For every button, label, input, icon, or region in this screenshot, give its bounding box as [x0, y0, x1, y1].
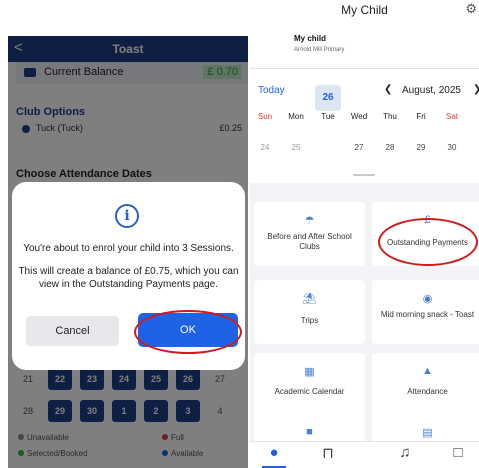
tile-label: Trips — [300, 316, 319, 325]
child-name: My child — [294, 34, 327, 43]
child-school: Arnold Mill Primary — [294, 47, 345, 53]
my-child-header: My Child ⚙ — [250, 0, 479, 22]
page-title: My Child — [341, 3, 388, 17]
calendar-date[interactable]: 30 — [439, 135, 465, 161]
chevron-right-icon[interactable]: ❯ — [473, 84, 479, 95]
left-edge-strip — [0, 0, 8, 468]
tile-trips[interactable]: ⛱ Trips — [254, 280, 365, 344]
chevron-left-icon[interactable]: ❮ — [384, 84, 392, 95]
calendar-date[interactable]: 25 — [283, 135, 309, 161]
bag-icon[interactable]: ⊓ — [313, 444, 343, 466]
outstanding-payments-highlight-ring — [378, 218, 478, 266]
tile-label: Before and After School Clubs — [267, 232, 352, 251]
gear-icon[interactable]: ⚙ — [465, 1, 477, 17]
weekday-label: Thu — [383, 112, 397, 121]
today-link[interactable]: Today — [258, 85, 285, 96]
trips-icon: ⛱ — [302, 293, 317, 305]
child-card[interactable]: My child Arnold Mill Primary — [250, 22, 479, 69]
dialog-message-sessions: You're about to enrol your child into 3 … — [23, 243, 234, 254]
calendar-date-today[interactable]: 26 — [315, 85, 341, 111]
bell-icon[interactable]: ♫ — [390, 444, 420, 466]
weekday-label: Sat — [445, 112, 458, 121]
weekday-label: Wed — [350, 112, 368, 121]
tile-academic-calendar[interactable]: ▦ Academic Calendar — [254, 353, 365, 417]
more-icon: ■ — [306, 426, 313, 438]
tile-label: Mid morning snack - Toast — [380, 310, 475, 319]
calendar-date[interactable]: 29 — [408, 135, 434, 161]
weekday-label: Sun — [257, 112, 273, 121]
weekday-label: Fri — [416, 112, 426, 121]
drag-handle[interactable] — [353, 174, 375, 176]
dialog-message-balance: This will create a balance of £0.75, whi… — [18, 266, 239, 290]
attendance-icon: ▲ — [422, 365, 433, 377]
calendar-date[interactable]: 27 — [346, 135, 372, 161]
ok-highlight-ring — [134, 310, 242, 354]
weekday-label: Mon — [288, 112, 304, 121]
chat-icon[interactable]: □ — [443, 444, 473, 466]
cancel-button[interactable]: Cancel — [26, 316, 119, 346]
tile-label: Attendance — [407, 387, 448, 396]
clubs-icon: ☂ — [304, 215, 315, 227]
calendar-date[interactable]: 24 — [252, 135, 278, 161]
info-icon: i — [115, 204, 139, 228]
tile-label: Academic Calendar — [274, 387, 345, 396]
week-calendar: Today ❮ August, 2025 ❯ Sun Mon Tue Wed T… — [250, 69, 479, 183]
tile-before-after-school-clubs[interactable]: ☂ Before and After School Clubs — [254, 202, 365, 266]
snack-icon: ◉ — [422, 293, 433, 305]
calendar-date[interactable]: 28 — [377, 135, 403, 161]
tile-mid-morning-snack[interactable]: ◉ Mid morning snack - Toast — [372, 280, 479, 344]
left-screenshot: < Toast Current Balance £ 0.70 Club Opti… — [0, 0, 250, 468]
weekday-label: Tue — [321, 112, 335, 121]
tile-attendance[interactable]: ▲ Attendance — [372, 353, 479, 417]
person-icon[interactable]: ● — [259, 444, 289, 466]
calendar-icon: ▦ — [304, 366, 315, 378]
document-icon: ▤ — [422, 427, 433, 439]
bottom-nav: ● ⊓ ♫ □ — [250, 441, 479, 468]
month-label: August, 2025 — [402, 85, 461, 96]
